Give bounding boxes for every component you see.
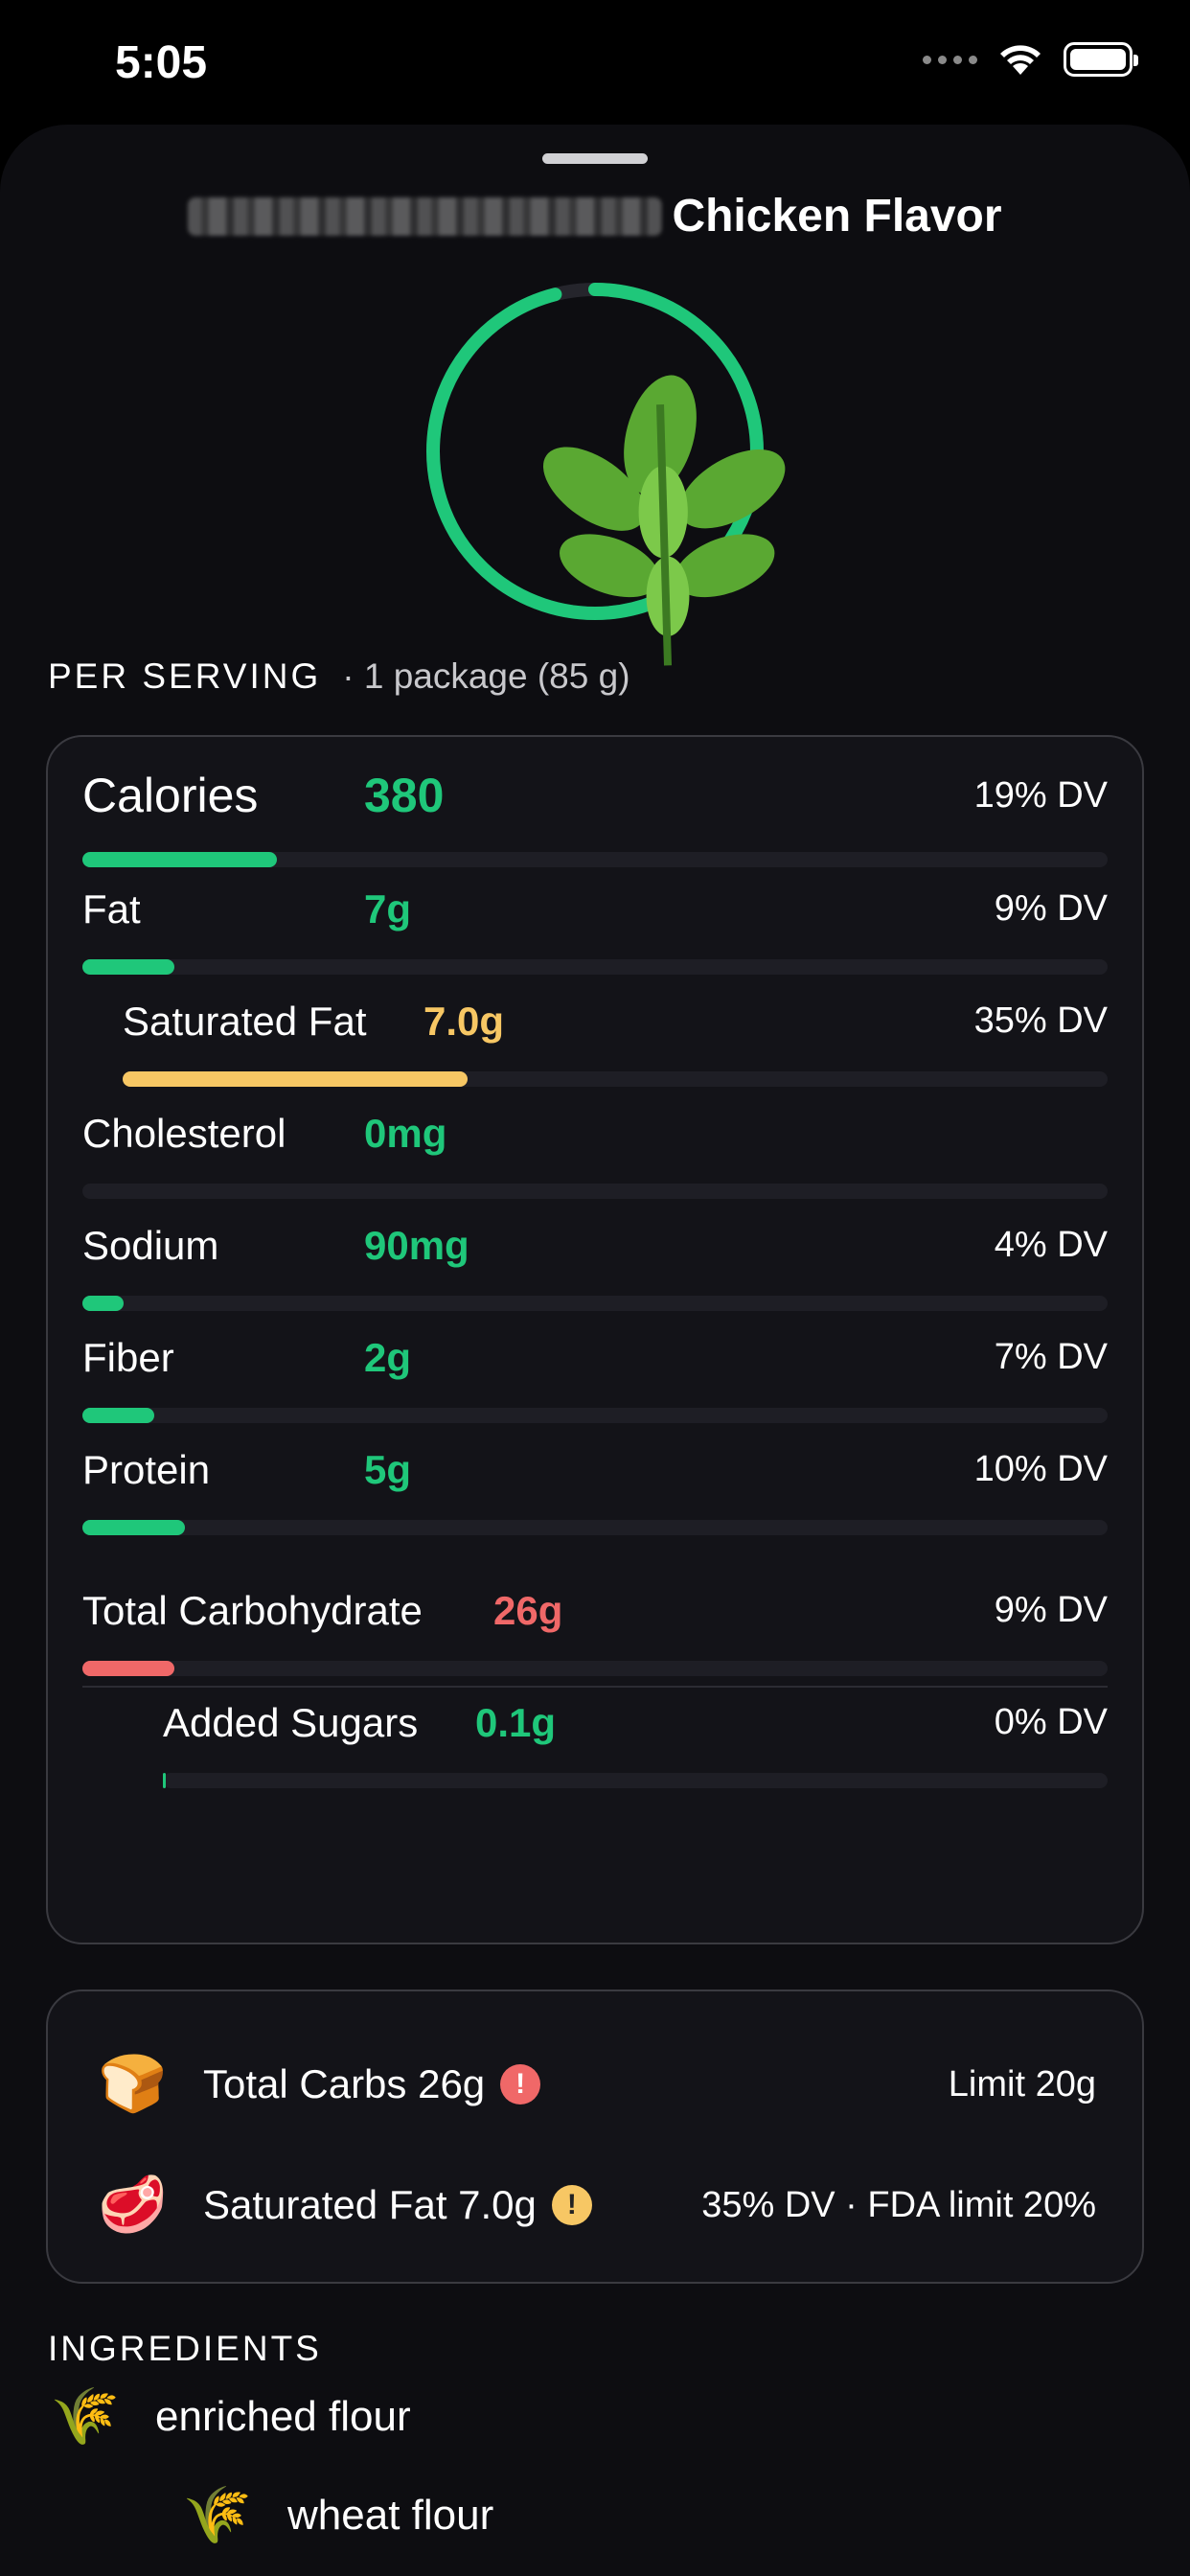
redacted-title-prefix <box>188 196 663 236</box>
warnings-card: 🍞 Total Carbs 26g ! Limit 20g 🥩 Saturate… <box>46 1990 1144 2284</box>
status-time: 5:05 <box>115 37 208 88</box>
nutrient-bar-track <box>82 1520 1108 1535</box>
nutrient-row-fat: Fat 7g 9% DV <box>82 886 1108 999</box>
detail-sheet: Chicken Flavor PER SERVING · 1 package (… <box>0 125 1190 2576</box>
nutrient-bar-fill <box>82 852 278 867</box>
nutrient-value: 2g <box>364 1335 412 1380</box>
warning-row-carbs[interactable]: 🍞 Total Carbs 26g ! Limit 20g <box>98 2041 1096 2128</box>
nutrient-name: Saturated Fat <box>123 999 367 1044</box>
alert-badge-icon: ! <box>500 2064 541 2104</box>
nutrient-bar-track <box>82 1296 1108 1311</box>
leaf-icon <box>542 375 786 666</box>
nutrient-bar-track <box>82 1661 1108 1676</box>
nutrient-bar-fill <box>82 1661 175 1676</box>
nutrient-name: Cholesterol <box>82 1111 286 1156</box>
nutrient-value: 7g <box>364 886 412 932</box>
nutrient-value: 26g <box>493 1588 563 1633</box>
nutrient-dv: 9% DV <box>994 1590 1108 1630</box>
wifi-icon <box>1000 45 1041 75</box>
nutrient-dv: 9% DV <box>994 888 1108 929</box>
nutrient-row-cholesterol: Cholesterol 0mg <box>82 1111 1108 1223</box>
nutrient-bar-fill <box>82 1296 124 1311</box>
nutrient-name: Fat <box>82 886 141 932</box>
ingredient-item[interactable]: 🌾 enriched flour <box>50 2381 411 2452</box>
rice-icon: 🌾 <box>182 2484 253 2546</box>
warning-row-saturated-fat[interactable]: 🥩 Saturated Fat 7.0g ! 35% DV · FDA limi… <box>98 2162 1096 2248</box>
cellular-dots-icon <box>923 55 977 64</box>
warning-badge-icon: ! <box>551 2185 592 2225</box>
nutrient-row-saturated-fat: Saturated Fat 7.0g 35% DV <box>123 999 1108 1111</box>
nutrient-row-added-sugars: Added Sugars 0.1g 0% DV <box>163 1700 1108 1812</box>
product-title: Chicken Flavor <box>672 191 1002 242</box>
product-title-row: Chicken Flavor <box>0 190 1190 257</box>
battery-icon <box>1064 42 1138 77</box>
nutrient-value: 380 <box>364 769 445 822</box>
rice-icon: 🌾 <box>50 2385 121 2448</box>
warning-limit: Limit 20g <box>948 2063 1096 2104</box>
nutrient-value: 7.0g <box>423 999 505 1044</box>
nutrient-name: Added Sugars <box>163 1700 419 1745</box>
nutrient-value: 5g <box>364 1447 412 1492</box>
nutrient-value: 90mg <box>364 1223 469 1268</box>
nutrient-name: Calories <box>82 769 259 822</box>
nutrient-bar-fill <box>163 1773 166 1788</box>
nutrient-bar-fill <box>82 1520 185 1535</box>
nutrient-bar-track <box>82 1184 1108 1199</box>
nutrient-bar-fill <box>123 1071 468 1087</box>
nutrient-value: 0mg <box>364 1111 447 1156</box>
ingredient-name: wheat flour <box>287 2492 494 2539</box>
nutrient-dv: 10% DV <box>973 1449 1108 1489</box>
nutrient-row-protein: Protein 5g 10% DV <box>82 1447 1108 1559</box>
sheet-grabber[interactable] <box>542 153 648 164</box>
serving-size: · 1 package (85 g) <box>342 656 630 696</box>
nutrient-dv: 4% DV <box>994 1225 1108 1265</box>
steak-icon: 🥩 <box>98 2174 168 2236</box>
nutrient-name: Fiber <box>82 1335 174 1380</box>
nutrient-row-calories: Calories 380 19% DV <box>82 769 1108 886</box>
nutrient-row-total-carbohydrate: Total Carbohydrate 26g 9% DV <box>82 1588 1108 1700</box>
warning-text: Total Carbs 26g <box>203 2061 486 2106</box>
nutrient-row-fiber: Fiber 2g 7% DV <box>82 1335 1108 1447</box>
bread-icon: 🍞 <box>98 2053 168 2115</box>
nutrient-value: 0.1g <box>475 1700 557 1745</box>
nutrient-bar-fill <box>82 1408 154 1423</box>
status-bar: 5:05 <box>0 0 1190 125</box>
per-serving-label: PER SERVING <box>48 656 322 696</box>
nutrient-row-sodium: Sodium 90mg 4% DV <box>82 1223 1108 1335</box>
nutrient-bar-fill <box>82 959 175 975</box>
nutrient-bar-track <box>123 1071 1108 1087</box>
nutrient-dv: 0% DV <box>994 1702 1108 1742</box>
serving-info: PER SERVING · 1 package (85 g) <box>48 656 630 697</box>
ingredient-name: enriched flour <box>155 2393 411 2440</box>
status-icons <box>923 42 1138 77</box>
ingredient-item[interactable]: 🌾 wheat flour <box>182 2480 493 2551</box>
nutrient-name: Total Carbohydrate <box>82 1588 423 1633</box>
score-ring <box>422 278 786 666</box>
nutrient-dv: 7% DV <box>994 1337 1108 1377</box>
warning-limit: 35% DV · FDA limit 20% <box>701 2184 1096 2225</box>
nutrient-name: Sodium <box>82 1223 219 1268</box>
nutrient-bar-track <box>82 1408 1108 1423</box>
ingredients-header: INGREDIENTS <box>48 2329 322 2368</box>
nutrition-card: Calories 380 19% DV Fat 7g 9% DV Saturat… <box>46 735 1144 1944</box>
nutrient-bar-track <box>82 959 1108 975</box>
nutrient-name: Protein <box>82 1447 211 1492</box>
warning-text: Saturated Fat 7.0g <box>203 2182 537 2227</box>
nutrient-dv: 35% DV <box>973 1000 1108 1041</box>
nutrient-dv: 19% DV <box>973 775 1108 816</box>
nutrient-bar-track <box>163 1773 1108 1788</box>
nutrient-bar-track <box>82 852 1108 867</box>
